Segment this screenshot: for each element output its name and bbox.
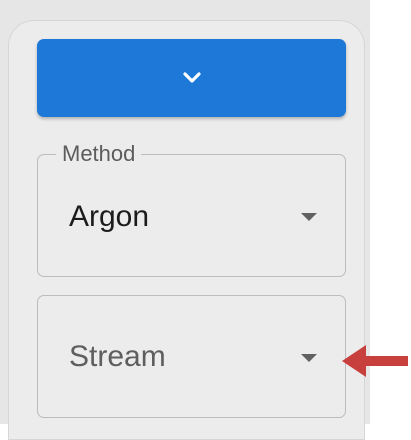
method-value: Argon	[69, 200, 150, 233]
dropdown-arrow-icon[interactable]	[301, 354, 317, 362]
red-arrow-left-icon	[342, 345, 408, 377]
chevron-down-icon	[182, 72, 201, 83]
collapse-button[interactable]	[37, 39, 346, 117]
method-label: Method	[56, 140, 142, 168]
dropdown-arrow-icon[interactable]	[301, 213, 317, 221]
stream-placeholder: Stream	[69, 340, 166, 373]
stream-select[interactable]: Stream	[37, 295, 346, 418]
method-select[interactable]: Method Argon	[37, 140, 346, 277]
